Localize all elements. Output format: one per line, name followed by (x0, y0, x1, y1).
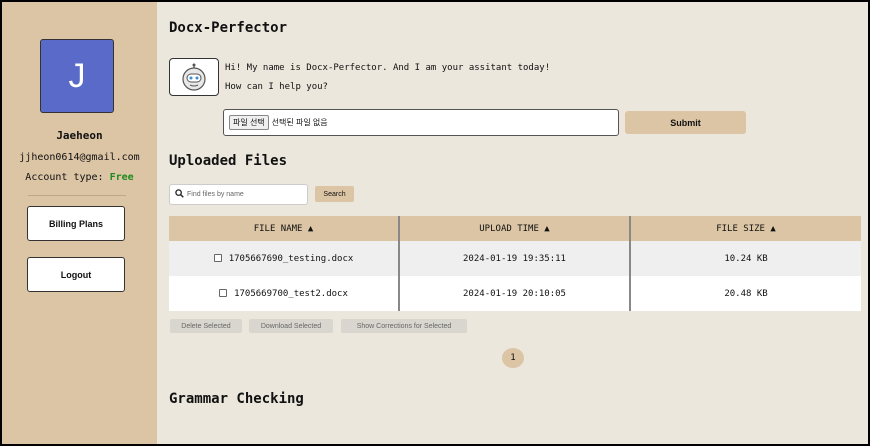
robot-icon (169, 58, 219, 96)
table-row: 1705667690_testing.docx 2024-01-19 19:35… (169, 241, 861, 276)
assistant-question: How can I help you? (225, 82, 328, 92)
files-table: FILE NAME ▲ UPLOAD TIME ▲ FILE SIZE ▲ 17… (169, 216, 861, 311)
account-type-label: Account type: (25, 172, 104, 183)
uploaded-files-heading: Uploaded Files (169, 153, 288, 169)
billing-plans-button[interactable]: Billing Plans (27, 206, 125, 241)
user-email: jjheon0614@gmail.com (19, 152, 140, 163)
search-input[interactable]: Find files by name (169, 184, 308, 205)
submit-button[interactable]: Submit (625, 111, 746, 134)
choose-file-button[interactable]: 파일 선택 (229, 115, 269, 130)
upload-time-cell: 2024-01-19 19:35:11 (398, 241, 630, 276)
pagination-page-1[interactable]: 1 (502, 348, 524, 368)
avatar: J (40, 39, 114, 113)
upload-time-cell: 2024-01-19 20:10:05 (398, 276, 630, 311)
file-size-cell: 20.48 KB (629, 276, 861, 311)
show-corrections-button[interactable]: Show Corrections for Selected (341, 319, 467, 333)
assistant-greeting: Hi! My name is Docx-Perfector. And I am … (225, 63, 551, 73)
app-window: J Jaeheon jjheon0614@gmail.com Account t… (2, 2, 868, 444)
search-placeholder: Find files by name (187, 191, 244, 198)
file-size-cell: 10.24 KB (629, 241, 861, 276)
sidebar-divider (28, 195, 126, 196)
file-name-cell: 1705669700_test2.docx (169, 276, 399, 311)
search-button[interactable]: Search (315, 186, 354, 202)
column-header-file-size[interactable]: FILE SIZE ▲ (629, 216, 861, 241)
account-type: Account type: Free (2, 172, 157, 183)
grammar-checking-heading: Grammar Checking (169, 391, 304, 407)
table-row: 1705669700_test2.docx 2024-01-19 20:10:0… (169, 276, 861, 311)
no-file-text: 선택된 파일 없음 (271, 118, 328, 127)
delete-selected-button[interactable]: Delete Selected (170, 319, 242, 333)
file-upload-field[interactable]: 파일 선택 선택된 파일 없음 (223, 109, 619, 136)
file-name-cell: 1705667690_testing.docx (169, 241, 399, 276)
user-name: Jaeheon (56, 129, 103, 142)
download-selected-button[interactable]: Download Selected (249, 319, 333, 333)
file-name: 1705669700_test2.docx (234, 288, 348, 299)
main-content: Docx-Perfector Hi! My name is Docx-Perfe… (157, 2, 868, 444)
row-checkbox[interactable] (213, 254, 222, 262)
sidebar: J Jaeheon jjheon0614@gmail.com Account t… (2, 2, 157, 444)
page-title: Docx-Perfector (169, 20, 288, 36)
column-header-upload-time[interactable]: UPLOAD TIME ▲ (398, 216, 630, 241)
column-header-file-name[interactable]: FILE NAME ▲ (169, 216, 399, 241)
file-name: 1705667690_testing.docx (228, 253, 354, 264)
account-type-value: Free (109, 172, 134, 183)
logout-button[interactable]: Logout (27, 257, 125, 292)
row-checkbox[interactable] (219, 289, 228, 297)
search-icon (175, 189, 184, 200)
